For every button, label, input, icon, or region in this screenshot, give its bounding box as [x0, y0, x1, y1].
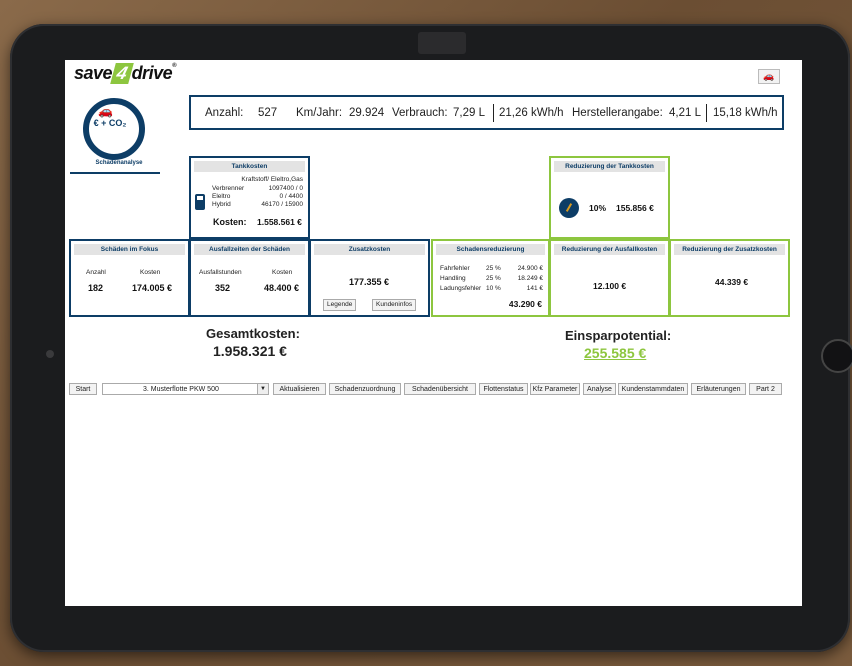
hersteller-l: 4,21 L [669, 107, 701, 119]
reduction-row-pct: 10 % [486, 285, 501, 292]
tank-costs-panel: Tankkosten Kraftstoff/ Eleltro,Gas Verbr… [189, 156, 310, 239]
col-label: Anzahl [86, 269, 106, 276]
badge-text: € + CO₂ [93, 118, 127, 128]
gauge-icon [559, 198, 579, 218]
reduction-row-label: Ladungsfehler [440, 285, 482, 292]
reduction-row-value: 24.900 € [517, 265, 543, 272]
separator [493, 104, 494, 122]
tank-row-value: 0 / 4400 [279, 193, 304, 200]
additional-costs-panel: Zusatzkosten 177.355 € Legende Kundeninf… [309, 239, 430, 317]
analysis-button[interactable]: Analyse [583, 383, 616, 395]
power-button [418, 32, 466, 54]
reduction-row-value: 141 € [526, 285, 543, 292]
panel-title: Schäden im Fokus [74, 244, 185, 255]
logo: save 4 drive® [74, 63, 177, 84]
damage-analysis-badge: 🚗 € + CO₂ Schadenanalyse [79, 96, 159, 174]
refresh-button[interactable]: Aktualisieren [273, 383, 326, 395]
downtime-hours: 352 [215, 283, 231, 293]
legend-button[interactable]: Legende [323, 299, 357, 311]
fuel-pump-icon [195, 194, 205, 210]
panel-title: Ausfallzeiten der Schäden [194, 244, 305, 255]
tank-row-label: Verbrenner [212, 185, 245, 192]
damage-overview-button[interactable]: Schadenübersicht [404, 383, 476, 395]
tank-kosten-value: 1.558.561 € [257, 217, 302, 227]
downtime-reduction-panel: Reduzierung der Ausfallkosten 12.100 € [549, 239, 670, 317]
damage-count: 182 [88, 283, 104, 293]
savings-label: Einsparpotential: [565, 328, 672, 343]
verbrauch-l: 7,29 L [453, 107, 485, 119]
badge-underline [70, 172, 160, 174]
reduction-row-label: Handling [440, 275, 466, 282]
additional-cost-value: 177.355 € [349, 277, 390, 287]
chevron-down-icon: ▼ [257, 384, 268, 394]
km-value: 29.924 [349, 107, 385, 119]
fleet-select[interactable]: 3. Musterflotte PKW 500 ▼ [102, 383, 269, 395]
damage-reduction-total: 43.290 € [508, 299, 542, 309]
panel-title: Reduzierung der Ausfallkosten [554, 244, 665, 255]
total-cost-label: Gesamtkosten: [206, 326, 300, 341]
tank-row-label: Eleltro [212, 193, 231, 200]
panel-title: Reduzierung der Zusatzkosten [674, 244, 785, 255]
tank-row-label: Hybrid [212, 201, 231, 208]
tank-kosten-label: Kosten: [213, 217, 247, 227]
part2-button[interactable]: Part 2 [749, 383, 782, 395]
reduction-row-pct: 25 % [486, 265, 501, 272]
reduction-row-label: Fahrfehler [440, 265, 470, 272]
anzahl-label: Anzahl: [205, 107, 244, 119]
additional-reduction-panel: Reduzierung der Zusatzkosten 44.339 € [669, 239, 790, 317]
total-cost-value: 1.958.321 € [213, 343, 287, 359]
verbrauch-kwh: 21,26 kWh/h [499, 107, 564, 119]
tank-row-value: 46170 / 15900 [261, 201, 303, 208]
hersteller-label: Herstellerangabe: [572, 107, 663, 119]
panel-title: Tankkosten [194, 161, 305, 172]
downtime-cost: 48.400 € [264, 283, 300, 293]
customer-data-button[interactable]: Kundenstammdaten [618, 383, 688, 395]
damage-reduction-panel: Schadensreduzierung Fahrfehler 25 % 24.9… [431, 239, 550, 317]
camera [46, 350, 54, 358]
reduction-row-value: 18.249 € [517, 275, 543, 282]
anzahl-value: 527 [258, 107, 278, 119]
separator [706, 104, 707, 122]
verbrauch-label: Verbrauch: [392, 107, 448, 119]
downtime-reduction-value: 12.100 € [593, 281, 627, 291]
tank-reduction-panel: Reduzierung der Tankkosten 10% 155.856 € [549, 156, 670, 239]
reduction-value: 155.856 € [616, 203, 654, 213]
fleet-select-value: 3. Musterflotte PKW 500 [143, 386, 219, 393]
car-icon: 🚗 [98, 104, 113, 118]
bottom-toolbar: Start 3. Musterflotte PKW 500 ▼ Aktualis… [69, 383, 799, 397]
badge-ring [83, 98, 145, 160]
badge-label: Schadenanalyse [95, 160, 143, 166]
car-icon[interactable]: 🚗 [758, 69, 780, 84]
fleet-info-bar: Anzahl: 527 Km/Jahr: 29.924 Verbrauch: 7… [189, 95, 784, 130]
col-label: Ausfallstunden [199, 269, 242, 276]
damage-assignment-button[interactable]: Schadenzuordnung [329, 383, 401, 395]
app-screen: save 4 drive® 🚗 🚗 € + CO₂ Schadenanalyse A… [65, 60, 802, 606]
tank-row-value: 1097400 / 0 [268, 185, 303, 192]
panel-title: Zusatzkosten [314, 244, 425, 255]
km-label: Km/Jahr: [296, 107, 343, 119]
reduction-pct: 10% [589, 203, 607, 213]
savings-value: 255.585 € [584, 345, 647, 361]
panel-title: Reduzierung der Tankkosten [554, 161, 665, 172]
start-button[interactable]: Start [69, 383, 97, 395]
vehicle-parameters-button[interactable]: Kfz Parameter [530, 383, 580, 395]
tank-header: Kraftstoff/ Eleltro,Gas [241, 176, 303, 183]
panel-title: Schadensreduzierung [436, 244, 545, 255]
reduction-row-pct: 25 % [486, 275, 501, 282]
damage-focus-panel: Schäden im Fokus Anzahl Kosten 182 174.0… [69, 239, 190, 317]
col-label: Kosten [140, 269, 161, 276]
customer-info-button[interactable]: Kundeninfos [372, 299, 417, 311]
hersteller-kwh: 15,18 kWh/h [713, 107, 778, 119]
home-button[interactable] [821, 339, 852, 373]
downtime-panel: Ausfallzeiten der Schäden Ausfallstunden… [189, 239, 310, 317]
additional-reduction-value: 44.339 € [715, 277, 749, 287]
fleet-status-button[interactable]: Flottenstatus [479, 383, 528, 395]
damage-cost: 174.005 € [132, 283, 173, 293]
explanations-button[interactable]: Erläuterungen [691, 383, 746, 395]
col-label: Kosten [272, 269, 293, 276]
